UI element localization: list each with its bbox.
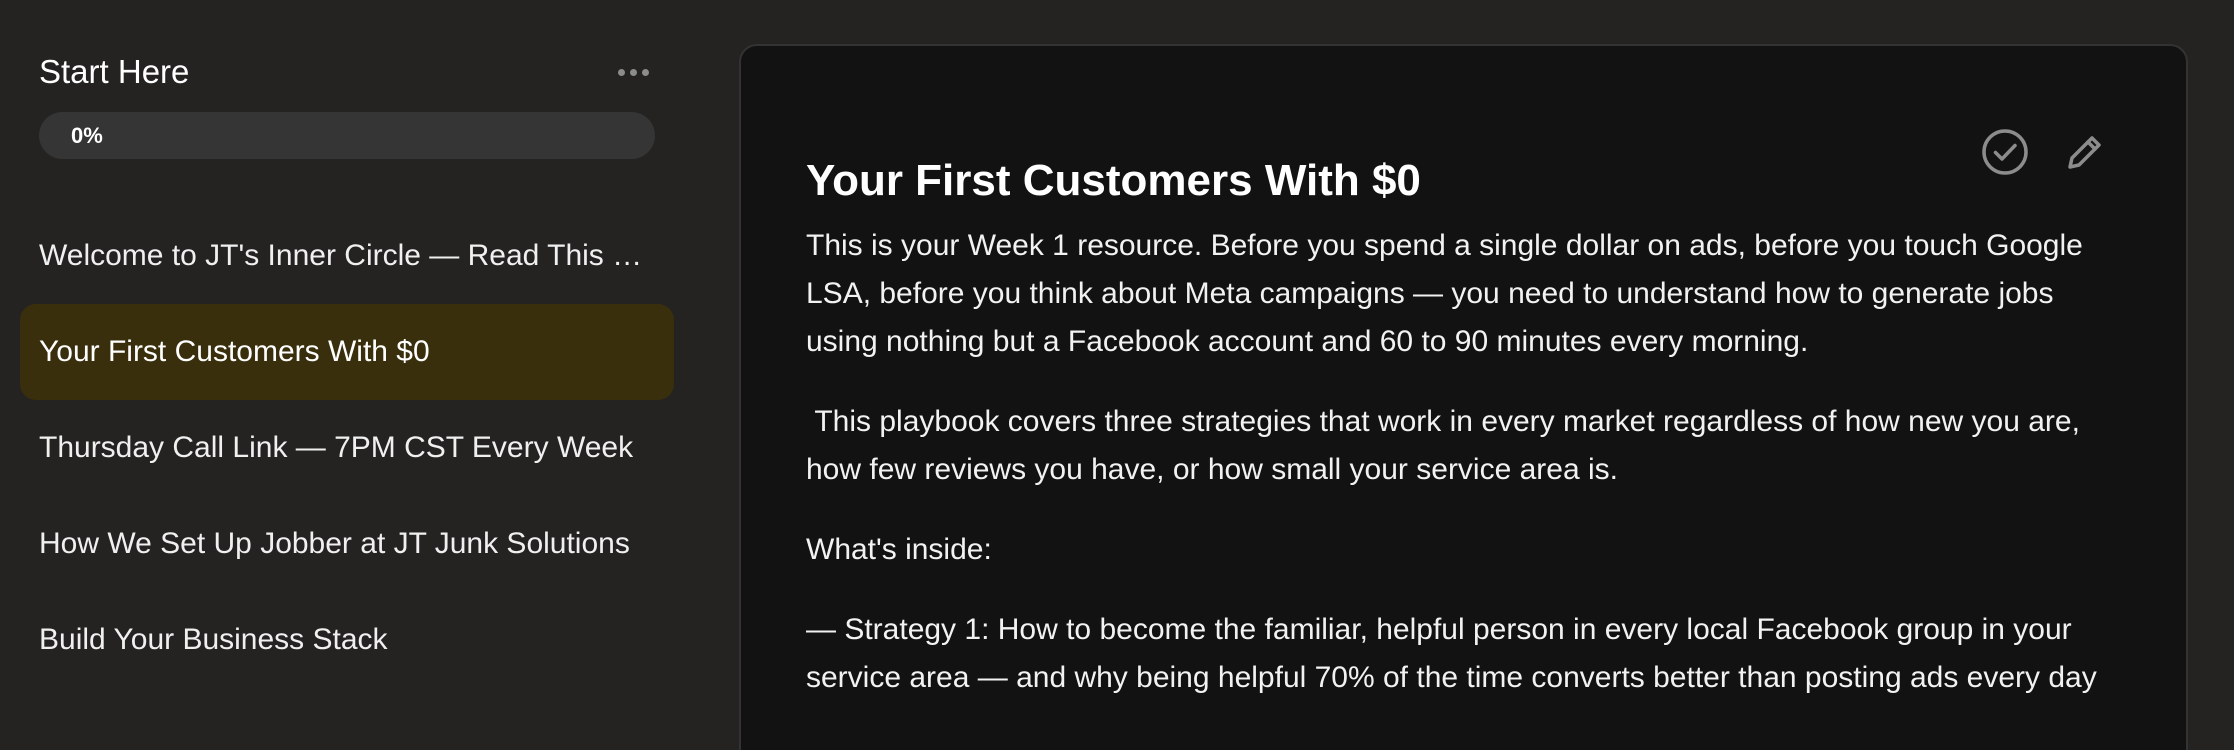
lesson-item-label: Thursday Call Link — 7PM CST Every Week <box>39 431 634 464</box>
pencil-icon <box>2068 136 2101 169</box>
lesson-paragraph: — Strategy 1: How to become the familiar… <box>806 613 2097 694</box>
module-title: Start Here <box>39 53 190 90</box>
lesson-item-welcome[interactable]: Welcome to JT's Inner Circle — Read This… <box>20 208 674 304</box>
lesson-item-jobber-setup[interactable]: How We Set Up Jobber at JT Junk Solution… <box>20 496 674 592</box>
sidebar-header: Start Here <box>39 50 655 94</box>
check-circle-icon <box>1982 129 2028 175</box>
lesson-body: This is your Week 1 resource. Before you… <box>806 222 2116 734</box>
course-page: Start Here 0% Welcome to JT's Inner Circ… <box>0 0 2234 750</box>
lesson-item-label: Welcome to JT's Inner Circle — Read This… <box>39 239 655 272</box>
course-sidebar: Start Here 0% Welcome to JT's Inner Circ… <box>0 0 700 750</box>
lesson-paragraph: This playbook covers three strategies th… <box>806 405 2089 486</box>
lesson-item-label: Your First Customers With $0 <box>39 335 430 368</box>
progress-bar: 0% <box>39 112 655 159</box>
lesson-list: Welcome to JT's Inner Circle — Read This… <box>20 208 674 688</box>
more-horizontal-icon <box>641 68 649 76</box>
lesson-title: Your First Customers With $0 <box>806 156 1421 206</box>
more-options-button[interactable] <box>611 60 655 84</box>
lesson-item-label: How We Set Up Jobber at JT Junk Solution… <box>39 527 630 560</box>
lesson-content-card: Your First Customers With $0 This is you… <box>739 44 2188 750</box>
lesson-item-label: Build Your Business Stack <box>39 623 388 656</box>
lesson-item-business-stack[interactable]: Build Your Business Stack <box>20 592 674 688</box>
progress-label: 0% <box>71 123 103 148</box>
more-horizontal-icon <box>617 68 625 76</box>
lesson-paragraph: What's inside: <box>806 533 992 566</box>
edit-lesson-button[interactable] <box>2057 124 2113 180</box>
lesson-paragraph: This is your Week 1 resource. Before you… <box>806 229 2092 358</box>
mark-complete-button[interactable] <box>1977 124 2033 180</box>
more-horizontal-icon <box>629 68 637 76</box>
lesson-item-first-customers[interactable]: Your First Customers With $0 <box>20 304 674 400</box>
lesson-item-thursday-call[interactable]: Thursday Call Link — 7PM CST Every Week <box>20 400 674 496</box>
